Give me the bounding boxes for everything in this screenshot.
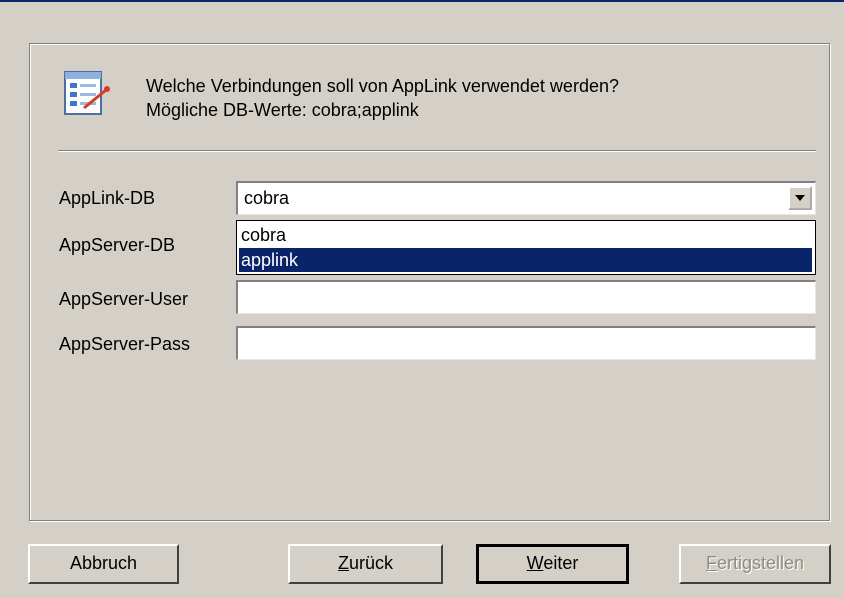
back-button-label: urück bbox=[348, 553, 393, 573]
appserver-user-label: AppServer-User bbox=[59, 289, 189, 309]
applink-db-value: cobra bbox=[244, 188, 290, 208]
cancel-button[interactable]: Abbruch bbox=[28, 544, 179, 584]
back-mnemonic: Z bbox=[337, 553, 349, 573]
appserver-db-label: AppServer-DB bbox=[59, 235, 176, 255]
question-text: Welche Verbindungen soll von AppLink ver… bbox=[146, 76, 619, 96]
next-mnemonic: W bbox=[526, 553, 544, 573]
possible-values-text: Mögliche DB-Werte: cobra;applink bbox=[146, 100, 419, 120]
next-button-label: eiter bbox=[543, 553, 579, 573]
applink-db-combobox[interactable]: cobra bbox=[236, 181, 816, 215]
form-list-icon bbox=[62, 68, 112, 118]
appserver-pass-input[interactable] bbox=[236, 326, 816, 360]
header-separator bbox=[58, 150, 816, 152]
finish-mnemonic: F bbox=[705, 553, 717, 573]
title-bar-edge bbox=[0, 0, 844, 2]
appserver-user-input[interactable] bbox=[236, 280, 816, 314]
cancel-button-label: Abbruch bbox=[69, 553, 138, 573]
dropdown-option-applink[interactable]: applink bbox=[239, 248, 812, 272]
chevron-down-icon bbox=[795, 195, 805, 201]
finish-button-label: ertigstellen bbox=[716, 553, 805, 573]
dropdown-option-cobra[interactable]: cobra bbox=[239, 223, 812, 247]
back-button[interactable]: Zurück bbox=[288, 544, 443, 584]
applink-db-dropdown-list: cobra applink bbox=[236, 220, 816, 275]
next-button[interactable]: Weiter bbox=[476, 544, 629, 584]
finish-button[interactable]: Fertigstellen bbox=[679, 544, 831, 584]
appserver-pass-label: AppServer-Pass bbox=[59, 334, 191, 354]
applink-db-label: AppLink-DB bbox=[59, 188, 156, 208]
dropdown-button[interactable] bbox=[788, 186, 812, 210]
